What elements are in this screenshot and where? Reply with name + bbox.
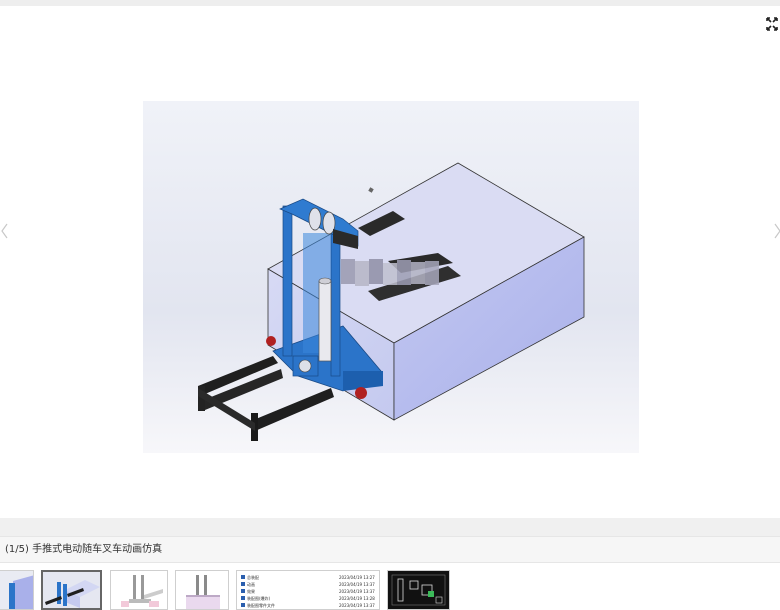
thumbnail-5[interactable]: 总装配 2023/04/19 13:27 动画 2023/04/19 13:37… (236, 570, 380, 610)
fullscreen-button[interactable] (764, 14, 780, 34)
thumbnail-strip: 总装配 2023/04/19 13:27 动画 2023/04/19 13:37… (0, 563, 780, 610)
image-caption-bar: (1/5) 手推式电动随车叉车动画仿真 (0, 536, 780, 563)
thumbnail-6[interactable] (387, 570, 450, 610)
thumbnail-image (43, 572, 100, 608)
top-strip (0, 0, 780, 6)
thumbnail-3[interactable] (110, 570, 168, 610)
thumbnail-image (111, 571, 167, 609)
file-date: 2023/04/19 13:28 (339, 596, 375, 601)
chevron-left-icon (1, 223, 8, 239)
chevron-right-icon (774, 223, 780, 239)
thumbnail-2[interactable] (41, 570, 102, 610)
file-date: 2023/04/19 13:27 (339, 575, 375, 580)
thumbnail-image (388, 571, 449, 609)
fullscreen-icon (766, 17, 778, 31)
file-date: 2023/04/19 13:37 (339, 589, 375, 594)
file-name: 装配图(爆炸) (247, 595, 271, 601)
thumbnail-1[interactable] (0, 570, 34, 610)
file-name: 动画 (247, 581, 255, 587)
file-name: 装配图零件文件 (247, 602, 275, 608)
file-name: 效果 (247, 588, 255, 594)
thumbnail-4[interactable] (175, 570, 229, 610)
image-caption: (1/5) 手推式电动随车叉车动画仿真 (5, 544, 163, 555)
main-image[interactable] (143, 101, 639, 453)
file-date: 2023/04/19 13:37 (339, 603, 375, 608)
prev-image-button[interactable] (0, 216, 12, 246)
thumbnail-image (176, 571, 228, 609)
stacker-forklift-render (143, 101, 639, 453)
thumbnail-image (0, 571, 33, 609)
viewer-divider (0, 518, 780, 536)
file-date: 2023/04/19 13:37 (339, 582, 375, 587)
file-name: 总装配 (247, 574, 259, 580)
thumbnail-image: 总装配 2023/04/19 13:27 动画 2023/04/19 13:37… (237, 571, 379, 609)
next-image-button[interactable] (770, 216, 780, 246)
